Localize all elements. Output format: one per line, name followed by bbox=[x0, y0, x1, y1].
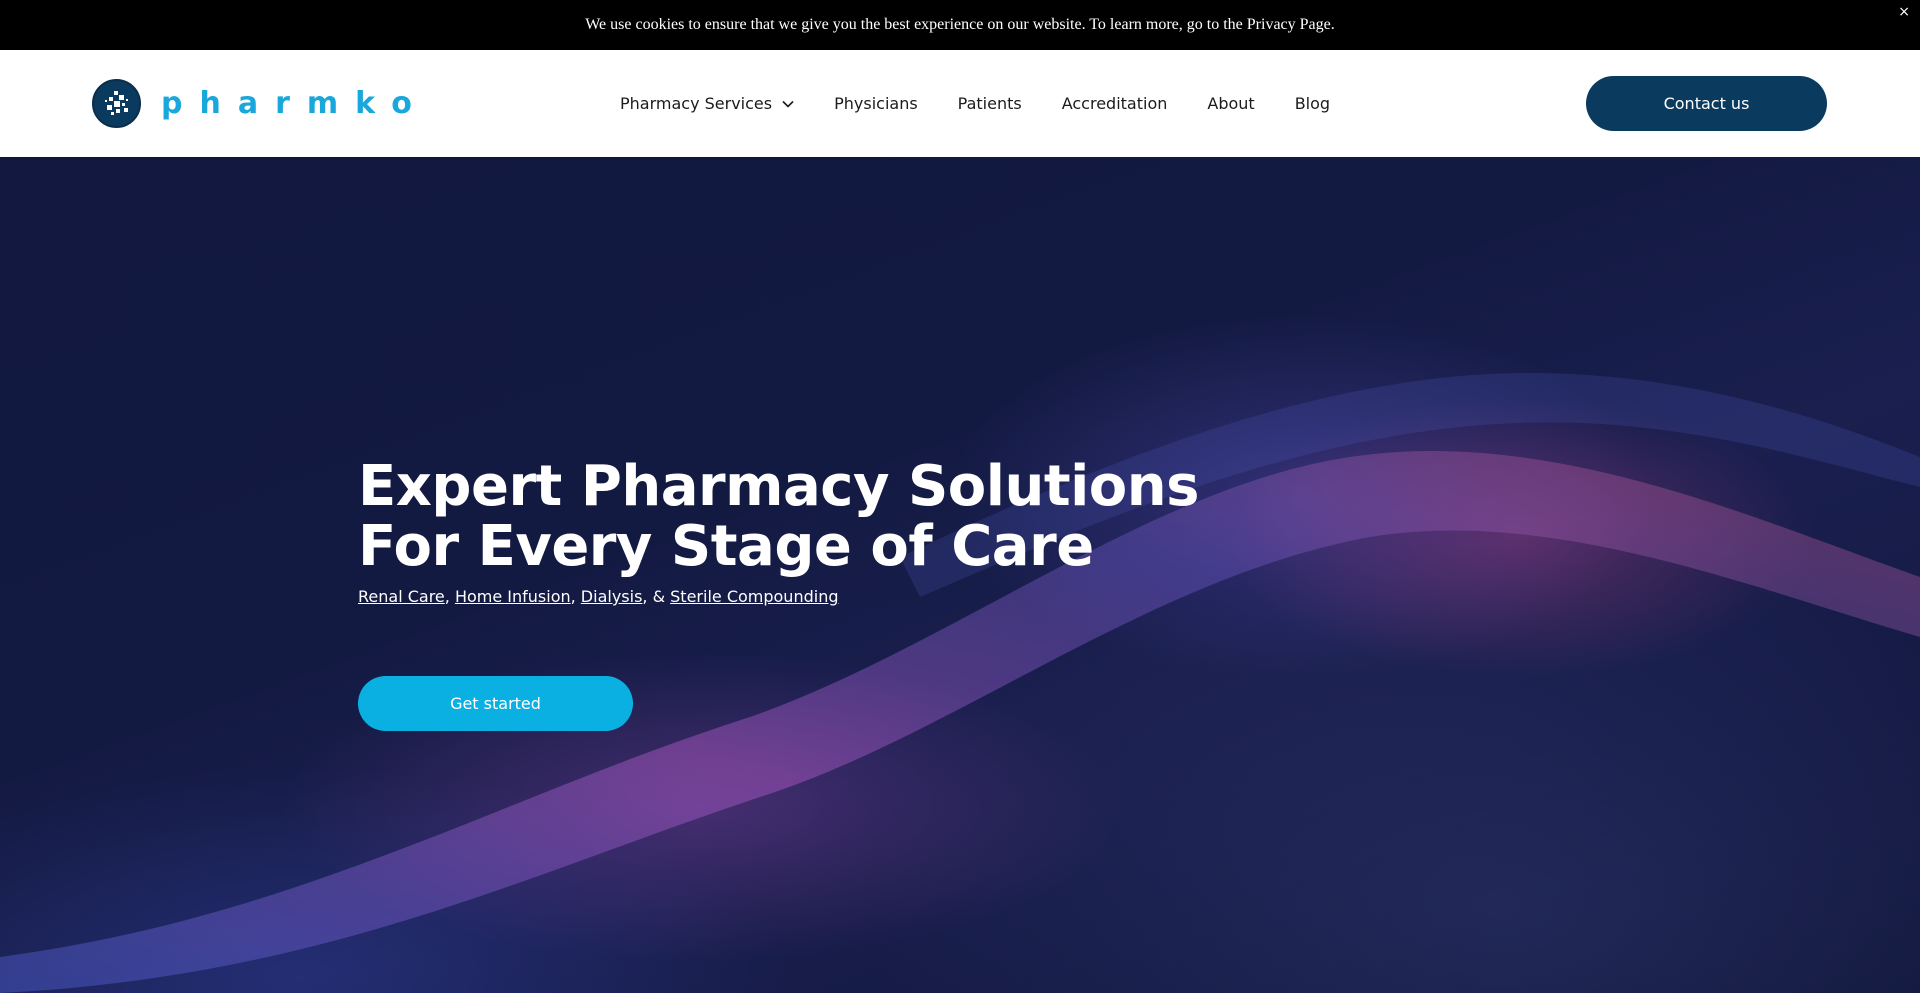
nav-item-physicians[interactable]: Physicians bbox=[834, 94, 918, 113]
link-sterile-compounding[interactable]: Sterile Compounding bbox=[670, 587, 838, 606]
hero-title-line-1: Expert Pharmacy Solutions bbox=[358, 454, 1199, 519]
cookie-banner: We use cookies to ensure that we give yo… bbox=[0, 0, 1920, 50]
nav-item-blog[interactable]: Blog bbox=[1295, 94, 1330, 113]
nav-item-patients[interactable]: Patients bbox=[958, 94, 1022, 113]
contact-button[interactable]: Contact us bbox=[1586, 76, 1827, 131]
service-links: Renal Care, Home Infusion, Dialysis, & S… bbox=[358, 587, 1199, 606]
logo-icon bbox=[92, 79, 141, 128]
main-nav: Pharmacy Services Physicians Patients Ac… bbox=[620, 50, 1370, 157]
close-icon[interactable]: × bbox=[1898, 5, 1910, 19]
get-started-button[interactable]: Get started bbox=[358, 676, 633, 731]
nav-item-label: Physicians bbox=[834, 94, 918, 113]
link-home-infusion[interactable]: Home Infusion bbox=[455, 587, 571, 606]
nav-item-accreditation[interactable]: Accreditation bbox=[1062, 94, 1168, 113]
nav-item-about[interactable]: About bbox=[1207, 94, 1254, 113]
link-separator: , & bbox=[642, 587, 671, 606]
link-separator: , bbox=[444, 587, 455, 606]
nav-item-label: Accreditation bbox=[1061, 94, 1168, 113]
link-renal-care[interactable]: Renal Care bbox=[358, 587, 445, 606]
nav-item-label: Blog bbox=[1294, 94, 1331, 113]
cookie-message: We use cookies to ensure that we give yo… bbox=[585, 16, 1335, 33]
logo-text: pharmko bbox=[161, 86, 429, 121]
site-header: pharmko Pharmacy Services Physicians Pat… bbox=[0, 50, 1920, 157]
nav-item-label: About bbox=[1207, 94, 1255, 113]
hero-content: Expert Pharmacy Solutions For Every Stag… bbox=[358, 457, 1199, 731]
hero-title: Expert Pharmacy Solutions For Every Stag… bbox=[358, 457, 1199, 577]
link-separator: , bbox=[570, 587, 581, 606]
hero-title-line-2: For Every Stage of Care bbox=[358, 514, 1094, 579]
nav-item-pharmacy-services[interactable]: Pharmacy Services bbox=[620, 94, 794, 113]
chevron-down-icon bbox=[782, 100, 794, 108]
nav-item-label: Patients bbox=[957, 94, 1022, 113]
site-logo[interactable]: pharmko bbox=[92, 79, 429, 128]
link-dialysis[interactable]: Dialysis bbox=[581, 587, 643, 606]
nav-item-label: Pharmacy Services bbox=[620, 94, 773, 113]
hero-section: Expert Pharmacy Solutions For Every Stag… bbox=[0, 157, 1920, 993]
